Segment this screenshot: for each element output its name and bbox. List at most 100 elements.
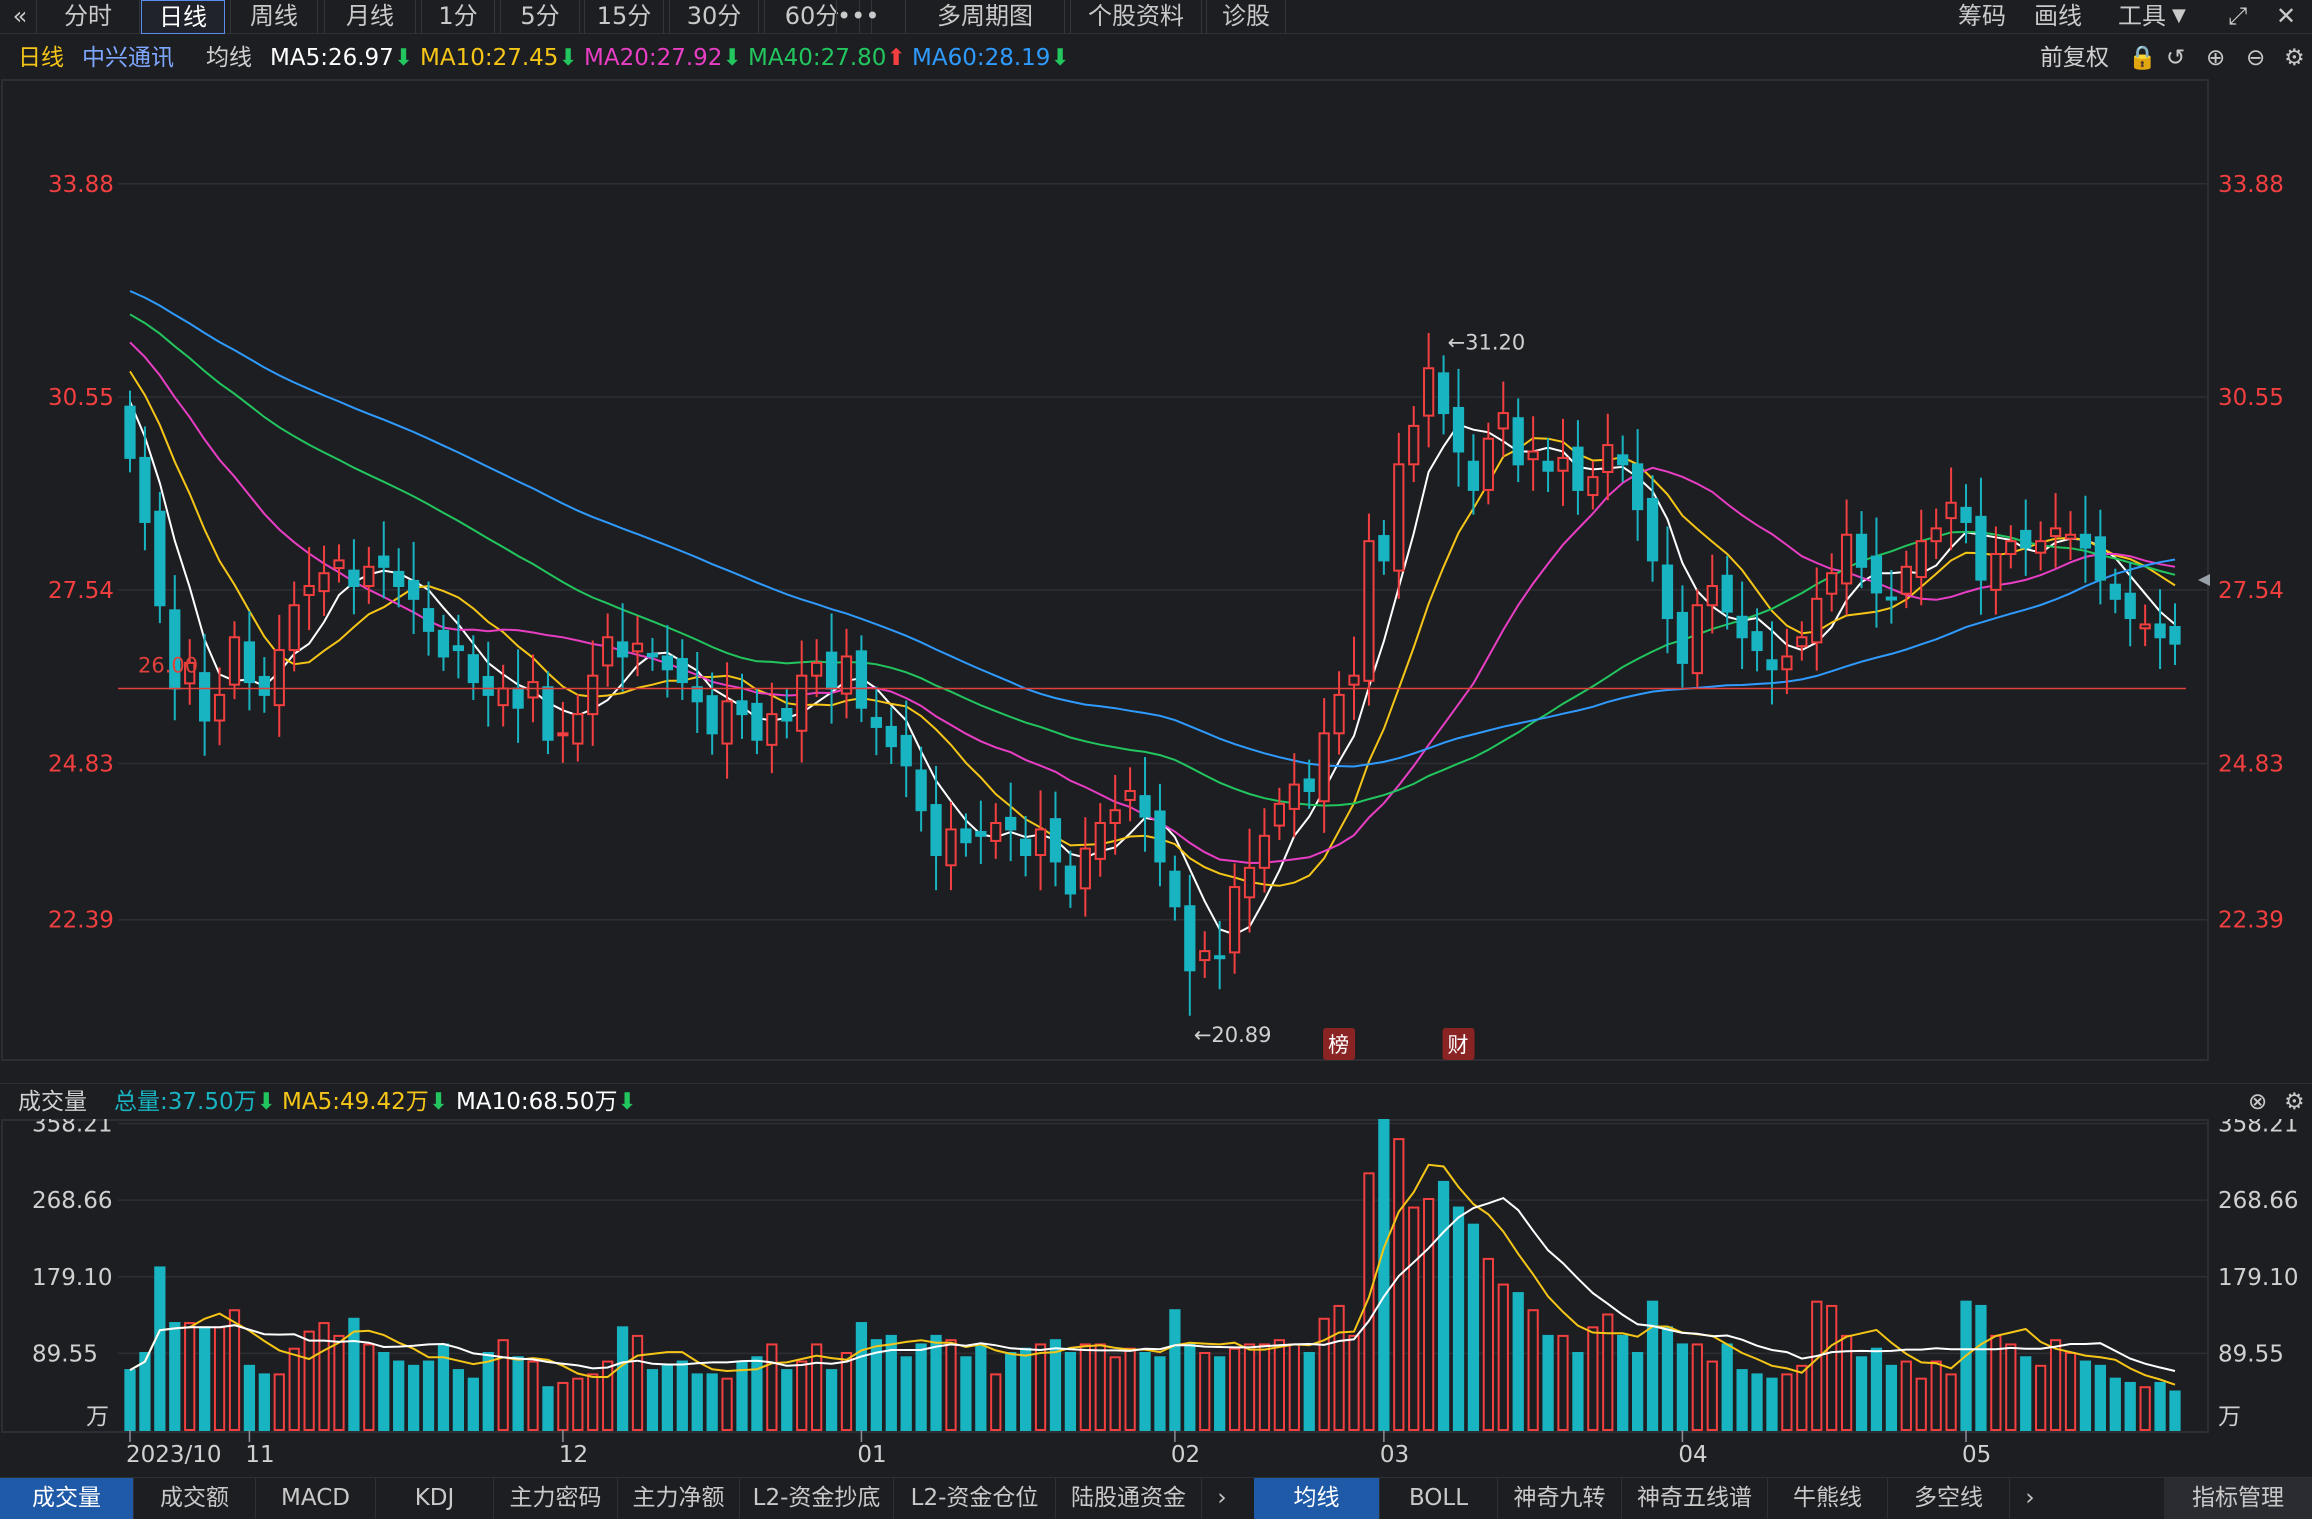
candle-body — [467, 654, 479, 684]
indicator-tab[interactable]: MACD — [256, 1478, 376, 1519]
candle-body — [2020, 529, 2032, 549]
indicator-tab[interactable]: KDJ — [376, 1478, 494, 1519]
candle-body — [781, 707, 793, 722]
candle-body — [870, 716, 882, 728]
candle-body — [363, 565, 375, 588]
volume-bar — [587, 1373, 599, 1432]
candle-body — [1960, 506, 1972, 523]
volume-bar — [1900, 1360, 1912, 1431]
candle-body — [1691, 604, 1703, 675]
candle-body — [1154, 810, 1166, 863]
candle-body — [1288, 783, 1300, 810]
volume-bar — [1228, 1347, 1241, 1431]
candle-body — [378, 555, 390, 568]
chevron-right-icon[interactable]: › — [2010, 1478, 2050, 1519]
overlay-tab[interactable]: 神奇五线谱 — [1622, 1478, 1768, 1519]
volume-bar — [1527, 1309, 1539, 1431]
candle-body — [587, 674, 599, 716]
overlay-tab[interactable]: BOLL — [1380, 1478, 1498, 1519]
volume-bar — [467, 1377, 479, 1431]
volume-bar — [661, 1364, 673, 1432]
indicator-tab[interactable]: 成交量 — [0, 1478, 134, 1519]
indicator-tab[interactable]: 成交额 — [134, 1478, 256, 1519]
close-icon[interactable]: ⊗ — [2248, 1084, 2267, 1120]
volume-unit-label: 万 — [2218, 1404, 2241, 1430]
candle-body — [1990, 552, 2002, 591]
volume-bar — [796, 1360, 808, 1431]
candle-body — [213, 693, 226, 722]
volume-tick-label: 179.10 — [32, 1265, 112, 1291]
candle-body — [318, 572, 330, 593]
candle-body — [1124, 789, 1136, 801]
price-tick-label: 27.54 — [2218, 578, 2284, 604]
indicator-tab[interactable]: L2-资金抄底 — [740, 1478, 894, 1519]
volume-bar — [975, 1343, 987, 1432]
volume-bar — [1303, 1352, 1315, 1431]
candle-body — [333, 559, 345, 570]
candle-body — [199, 672, 211, 722]
volume-bar — [930, 1334, 942, 1432]
volume-bar — [825, 1369, 838, 1431]
volume-title[interactable]: 成交量 — [18, 1084, 87, 1120]
price-tick-label: 30.55 — [48, 385, 114, 411]
volume-bar — [602, 1360, 614, 1431]
volume-bar — [363, 1343, 375, 1432]
candle-body — [1005, 816, 1017, 831]
ma40-line — [129, 313, 2176, 807]
candle-body — [348, 569, 360, 588]
volume-bar — [1960, 1300, 1972, 1431]
candle-body — [661, 655, 673, 671]
volume-bar — [512, 1356, 524, 1432]
volume-bar — [1975, 1304, 1987, 1432]
overlay-tab[interactable]: 神奇九转 — [1498, 1478, 1622, 1519]
candle-body — [915, 769, 927, 812]
candle-body — [1676, 611, 1689, 664]
indicator-tab[interactable]: 主力净额 — [618, 1478, 740, 1519]
volume-bar — [303, 1330, 315, 1431]
volume-bar — [1676, 1343, 1689, 1432]
candle-body — [2035, 540, 2047, 554]
kline-chart[interactable]: 33.88 33.88 30.55 30.55 27.54 27.54 24.83 24.83… — [0, 0, 2312, 1519]
volume-bar — [900, 1356, 912, 1432]
volume-bar — [1930, 1360, 1942, 1431]
candle-body — [1273, 802, 1286, 827]
indicator-tab[interactable]: 陆股通资金 — [1056, 1478, 1202, 1519]
volume-bar — [1870, 1347, 1883, 1431]
candle-body — [452, 645, 465, 652]
indicator-manage-button[interactable]: 指标管理 — [2164, 1478, 2312, 1519]
volume-bar — [1781, 1373, 1793, 1432]
candle-body — [1646, 497, 1659, 562]
overlay-tab[interactable]: 均线 — [1254, 1478, 1380, 1519]
candle-body — [2094, 536, 2106, 581]
candle-body — [1781, 655, 1793, 671]
overlay-tab[interactable]: 多空线 — [1888, 1478, 2010, 1519]
chevron-right-icon[interactable]: › — [1202, 1478, 1242, 1519]
indicator-tab[interactable]: 主力密码 — [494, 1478, 618, 1519]
volume-bar — [616, 1326, 629, 1432]
candle-body — [393, 570, 405, 588]
indicator-tabs: 成交量 成交额 MACD KDJ 主力密码 主力净额 L2-资金抄底 L2-资金仓位 陆股通资金… — [0, 1477, 2312, 1519]
volume-bar — [1572, 1352, 1584, 1431]
candle-body — [1766, 659, 1778, 671]
candle-body — [1572, 446, 1584, 491]
candle-body — [1826, 572, 1838, 595]
volume-bar — [631, 1334, 644, 1432]
candle-body — [1736, 615, 1748, 639]
volume-bar — [721, 1377, 733, 1431]
candle-body — [1109, 809, 1121, 825]
indicator-tab[interactable]: L2-资金仓位 — [894, 1478, 1056, 1519]
volume-ma5: MA5:49.42万⬇ — [282, 1089, 449, 1115]
volume-tick-label: 268.66 — [2218, 1188, 2298, 1214]
candle-body — [900, 734, 912, 767]
overlay-tab[interactable]: 牛熊线 — [1768, 1478, 1888, 1519]
candle-body — [228, 636, 241, 686]
volume-bar — [1811, 1300, 1823, 1431]
settings-icon[interactable]: ⚙ — [2284, 1084, 2305, 1120]
volume-ma10-line — [129, 1196, 2176, 1372]
candle-body — [1452, 406, 1465, 453]
time-axis: 2023/10 11 12 01 02 03 04 05 — [126, 1430, 1991, 1468]
candle-body — [1423, 367, 1435, 417]
event-mark-label: 榜 — [1328, 1033, 1349, 1057]
candle-body — [1855, 533, 1868, 568]
candle-body — [751, 702, 763, 741]
